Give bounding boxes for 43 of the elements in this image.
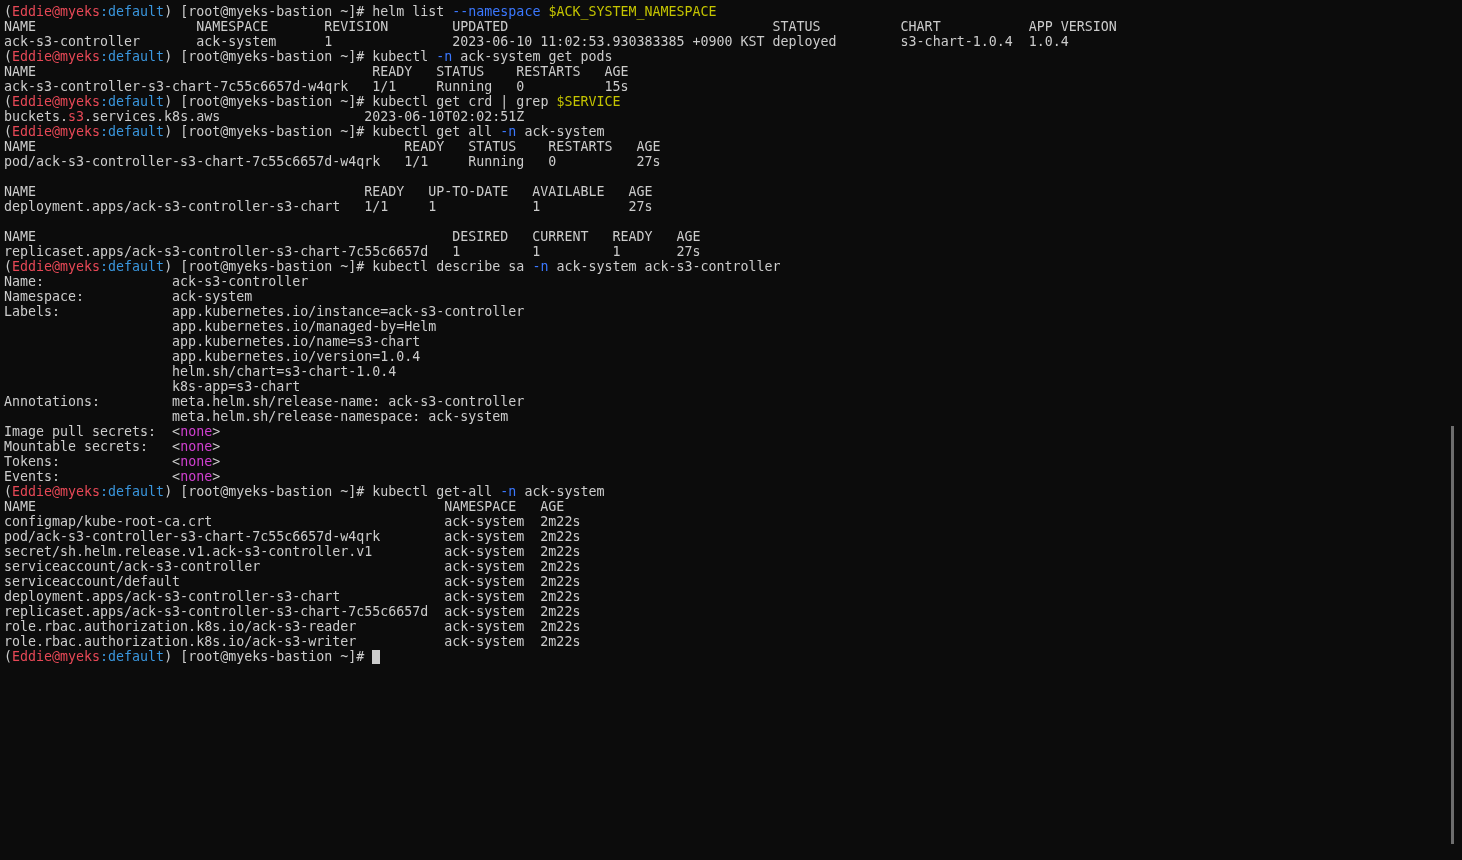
terminal-line: (Eddie@myeks:default) [root@myeks-bastion ~]# helm list --namespace $ACK_SYSTEM_NAMESPACE [4,4,717,19]
terminal-line: secret/sh.helm.release.v1.ack-s3-controller.v1 ack-system 2m22s [4,544,581,559]
terminal-line: configmap/kube-root-ca.crt ack-system 2m22s [4,514,581,529]
terminal-line: replicaset.apps/ack-s3-controller-s3-chart-7c55c6657d 1 1 1 27s [4,244,701,259]
terminal-line: pod/ack-s3-controller-s3-chart-7c55c6657d-w4qrk ack-system 2m22s [4,529,581,544]
terminal-line: Events: <none> [4,469,221,484]
terminal-line: NAME READY STATUS RESTARTS AGE [4,139,661,154]
terminal-line: NAME READY STATUS RESTARTS AGE [4,64,629,79]
terminal-line: deployment.apps/ack-s3-controller-s3-chart ack-system 2m22s [4,589,581,604]
terminal-line: Image pull secrets: <none> [4,424,221,439]
terminal-line: NAME NAMESPACE REVISION UPDATED STATUS CHART APP VERSION [4,19,1117,34]
terminal-line: ack-s3-controller-s3-chart-7c55c6657d-w4qrk 1/1 Running 0 15s [4,79,629,94]
terminal-line: app.kubernetes.io/version=1.0.4 [171,349,421,364]
terminal-line: replicaset.apps/ack-s3-controller-s3-chart-7c55c6657d ack-system 2m22s [4,604,581,619]
terminal-line: k8s-app=s3-chart [171,379,301,394]
terminal-line: buckets.s3.services.k8s.aws 2023-06-10T02:02:51Z [4,109,525,124]
terminal-line: pod/ack-s3-controller-s3-chart-7c55c6657d-w4qrk 1/1 Running 0 27s [4,154,661,169]
terminal-line: app.kubernetes.io/managed-by=Helm [171,319,437,334]
terminal-line: serviceaccount/ack-s3-controller ack-system 2m22s [4,559,581,574]
terminal-line: meta.helm.sh/release-namespace: ack-system [171,409,509,424]
terminal-line: (Eddie@myeks:default) [root@myeks-bastion ~]# kubectl get crd | grep $SERVICE [4,94,621,109]
scrollbar[interactable] [1451,426,1454,844]
terminal-line: (Eddie@myeks:default) [root@myeks-bastion ~]# kubectl get all -n ack-system [4,124,605,139]
terminal-line: role.rbac.authorization.k8s.io/ack-s3-reader ack-system 2m22s [4,619,581,634]
terminal-line: NAME DESIRED CURRENT READY AGE [4,229,701,244]
terminal-line: Labels: app.kubernetes.io/instance=ack-s3-controller [4,304,525,319]
terminal-line: NAME NAMESPACE AGE [4,499,565,514]
prompt-line: (Eddie@myeks:default) [root@myeks-bastion ~]# [4,649,365,664]
terminal-line: helm.sh/chart=s3-chart-1.0.4 [171,364,397,379]
terminal-line: Annotations: meta.helm.sh/release-name: ack-s3-controller [4,394,525,409]
terminal-line: Tokens: <none> [4,454,221,469]
terminal-line: NAME READY UP-TO-DATE AVAILABLE AGE [4,184,653,199]
terminal-line: app.kubernetes.io/name=s3-chart [171,334,421,349]
terminal-line: (Eddie@myeks:default) [root@myeks-bastion ~]# kubectl -n ack-system get pods [4,49,613,64]
terminal-line: (Eddie@myeks:default) [root@myeks-bastion ~]# kubectl describe sa -n ack-system ack-s3-controller [4,259,781,274]
terminal-line: deployment.apps/ack-s3-controller-s3-chart 1/1 1 1 27s [4,199,653,214]
terminal-line: Name: ack-s3-controller [4,274,309,289]
terminal-line: role.rbac.authorization.k8s.io/ack-s3-writer ack-system 2m22s [4,634,581,649]
terminal-line: ack-s3-controller ack-system 1 2023-06-10 11:02:53.930383385 +0900 KST deployed s3-chart-1.0.4 1.0.4 [4,34,1069,49]
terminal-line: (Eddie@myeks:default) [root@myeks-bastion ~]# kubectl get-all -n ack-system [4,484,605,499]
terminal-line: Mountable secrets: <none> [4,439,221,454]
terminal-line: Namespace: ack-system [4,289,253,304]
terminal-line: serviceaccount/default ack-system 2m22s [4,574,581,589]
